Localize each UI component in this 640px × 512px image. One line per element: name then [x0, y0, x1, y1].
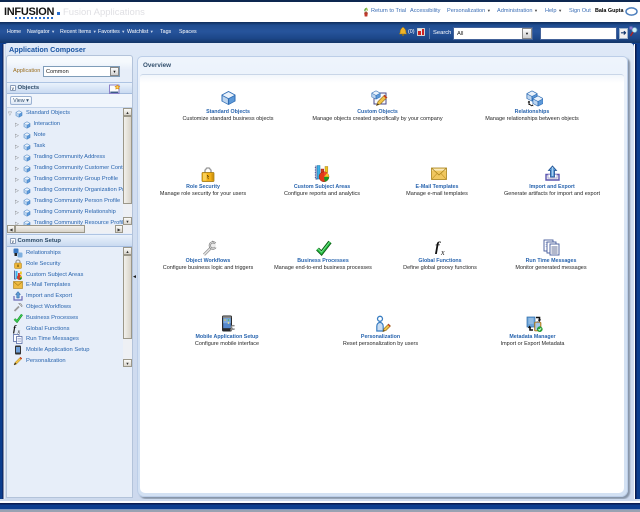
- svg-text:x: x: [17, 329, 21, 334]
- svg-text:f: f: [13, 324, 17, 334]
